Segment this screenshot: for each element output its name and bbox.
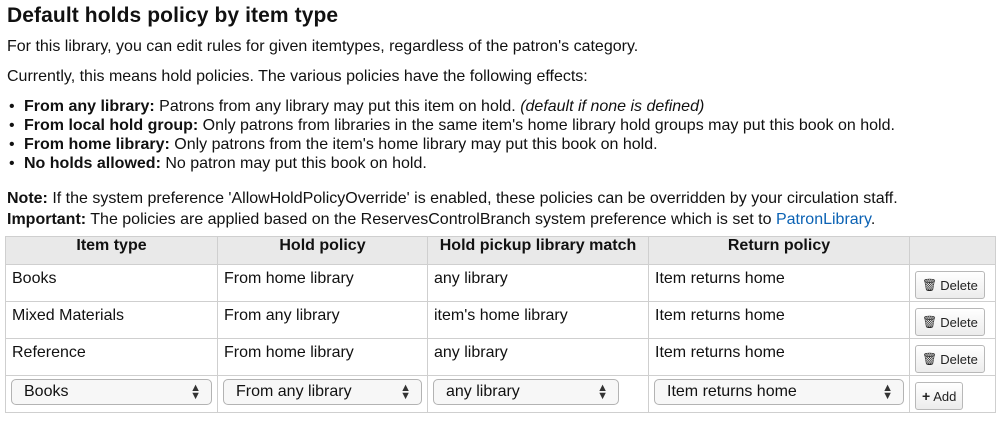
policy-term: No holds allowed: <box>24 155 161 172</box>
add-label: Add <box>933 388 957 404</box>
cell-add: + Add <box>909 375 996 413</box>
table-row: Books From home library any library Item… <box>5 264 996 302</box>
item-type-select[interactable]: Books ▲ ▼ <box>11 379 212 405</box>
cell-return-policy-select: Item returns home ▲ ▼ <box>648 375 910 413</box>
updown-arrows-icon: ▲ ▼ <box>597 382 608 402</box>
intro-effects-text: Currently, this means hold policies. The… <box>7 68 588 85</box>
delete-label: Delete <box>940 351 978 367</box>
note-line: Note: If the system preference 'AllowHol… <box>7 188 898 209</box>
policy-term: From home library: <box>24 136 170 153</box>
policy-desc: Only patrons from libraries in the same … <box>198 117 895 134</box>
notes-block: Note: If the system preference 'AllowHol… <box>7 188 898 230</box>
hold-policy-select[interactable]: From any library ▲ ▼ <box>223 379 422 405</box>
updown-arrows-icon: ▲ ▼ <box>190 382 201 402</box>
important-tail: . <box>870 211 876 228</box>
trash-icon: 🗑 <box>922 278 938 292</box>
policy-desc: Only patrons from the item's home librar… <box>169 136 658 153</box>
add-rule-row: Books ▲ ▼ From any library ▲ ▼ any library ▲ ▼… <box>5 375 996 413</box>
cell-hold-policy: From any library <box>217 301 428 339</box>
important-label: Important: <box>7 211 87 228</box>
table-row: Reference From home library any library … <box>5 338 996 376</box>
patron-library-link[interactable]: PatronLibrary <box>776 211 871 228</box>
cell-pickup-match: any library <box>427 264 649 302</box>
cell-pickup-match-select: any library ▲ ▼ <box>427 375 649 413</box>
cell-actions: 🗑 Delete <box>909 338 996 376</box>
cell-return-policy: Item returns home <box>648 301 910 339</box>
policy-desc: No patron may put this book on hold. <box>160 155 427 172</box>
important-line: Important: The policies are applied base… <box>7 209 898 230</box>
header-return-policy: Return policy <box>648 236 910 265</box>
add-button[interactable]: + Add <box>915 382 964 410</box>
cell-hold-policy: From home library <box>217 264 428 302</box>
delete-button[interactable]: 🗑 Delete <box>915 271 985 299</box>
cell-return-policy: Item returns home <box>648 264 910 302</box>
return-policy-select-value: Item returns home <box>667 383 797 400</box>
pickup-match-select[interactable]: any library ▲ ▼ <box>433 379 619 405</box>
policy-term: From any library: <box>24 98 155 115</box>
policy-item: No holds allowed: No patron may put this… <box>7 154 895 173</box>
cell-pickup-match: item's home library <box>427 301 649 339</box>
policy-item: From local hold group: Only patrons from… <box>7 116 895 135</box>
pickup-match-select-value: any library <box>446 383 520 400</box>
policy-desc: Patrons from any library may put this it… <box>154 98 521 115</box>
delete-label: Delete <box>940 314 978 330</box>
policy-default-note: (default if none is defined) <box>520 98 705 115</box>
item-type-select-value: Books <box>24 383 69 400</box>
trash-icon: 🗑 <box>922 352 938 366</box>
cell-actions: 🗑 Delete <box>909 301 996 339</box>
delete-button[interactable]: 🗑 Delete <box>915 308 985 336</box>
table-header-row: Item type Hold policy Hold pickup librar… <box>5 236 996 265</box>
policy-item: From any library: Patrons from any libra… <box>7 97 895 116</box>
important-text: The policies are applied based on the Re… <box>86 211 776 228</box>
page-title: Default holds policy by item type <box>7 4 339 27</box>
intro-text: For this library, you can edit rules for… <box>7 38 639 55</box>
cell-actions: 🗑 Delete <box>909 264 996 302</box>
note-label: Note: <box>7 190 48 207</box>
page: Default holds policy by item type For th… <box>0 0 1000 422</box>
return-policy-select[interactable]: Item returns home ▲ ▼ <box>654 379 904 405</box>
delete-button[interactable]: 🗑 Delete <box>915 345 985 373</box>
cell-item-type: Mixed Materials <box>5 301 218 339</box>
hold-policy-select-value: From any library <box>236 383 352 400</box>
plus-icon: + <box>922 388 931 404</box>
updown-arrows-icon: ▲ ▼ <box>882 382 893 402</box>
delete-label: Delete <box>940 277 978 293</box>
cell-item-type-select: Books ▲ ▼ <box>5 375 218 413</box>
trash-icon: 🗑 <box>922 315 938 329</box>
cell-pickup-match: any library <box>427 338 649 376</box>
policy-list: From any library: Patrons from any libra… <box>7 97 895 173</box>
header-item-type: Item type <box>5 236 218 265</box>
cell-hold-policy: From home library <box>217 338 428 376</box>
note-text: If the system preference 'AllowHoldPolic… <box>47 190 898 207</box>
cell-return-policy: Item returns home <box>648 338 910 376</box>
policy-item: From home library: Only patrons from the… <box>7 135 895 154</box>
table-row: Mixed Materials From any library item's … <box>5 301 996 339</box>
cell-hold-policy-select: From any library ▲ ▼ <box>217 375 428 413</box>
cell-item-type: Reference <box>5 338 218 376</box>
policy-term: From local hold group: <box>24 117 199 134</box>
cell-item-type: Books <box>5 264 218 302</box>
holds-policy-table: Item type Hold policy Hold pickup librar… <box>5 236 996 413</box>
header-actions <box>909 236 996 265</box>
header-pickup-match: Hold pickup library match <box>427 236 649 265</box>
header-hold-policy: Hold policy <box>217 236 428 265</box>
updown-arrows-icon: ▲ ▼ <box>400 382 411 402</box>
